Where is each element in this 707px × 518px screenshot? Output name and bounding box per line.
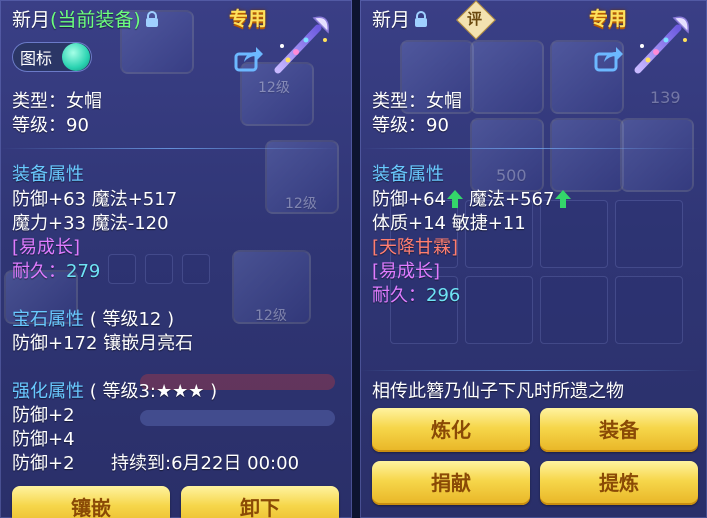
item-title: 新月(当前装备)	[12, 8, 159, 34]
gem-line: 防御+172 镶嵌月亮石	[12, 333, 194, 354]
bg-slot	[108, 254, 136, 284]
divider	[360, 370, 700, 371]
attr-header: 装备属性	[372, 164, 444, 185]
durability-value: 279	[66, 261, 101, 282]
bg-slot	[615, 200, 683, 268]
toggle-label: 图标	[20, 49, 53, 68]
gem-attr: 宝石属性 ( 等级12 )	[12, 308, 174, 332]
attr-line-1: 防御+63 魔法+517	[12, 189, 178, 210]
share-icon[interactable]	[234, 46, 264, 72]
exclusive-badge: 专用	[229, 8, 268, 30]
item-level: 等级：90	[12, 115, 89, 136]
gem-level: ( 等级12 )	[89, 309, 175, 330]
special-tag-1: [天降甘霖]	[372, 237, 459, 258]
enhance-attr: 强化属性 ( 等级3:★★★ )	[12, 380, 217, 404]
durability-value: 296	[426, 285, 461, 306]
extract-button[interactable]: 提炼	[540, 461, 698, 505]
unequip-button[interactable]: 卸下	[181, 486, 339, 518]
bg-slot	[182, 254, 210, 284]
special-tag: [易成长]	[12, 237, 81, 258]
up-arrow-icon	[447, 190, 463, 208]
hairpin-icon	[634, 16, 689, 74]
bg-item-slot	[620, 118, 694, 192]
durability: 耐久：279	[12, 260, 100, 284]
bg-slot	[465, 276, 533, 344]
bg-slot	[615, 276, 683, 344]
bg-slot	[540, 276, 608, 344]
hairpin-icon	[274, 16, 329, 74]
bg-progress-bar	[140, 410, 335, 426]
item-title: 新月	[372, 8, 428, 34]
attr-header: 装备属性	[12, 164, 84, 185]
bg-item-slot	[470, 40, 544, 114]
item-name: 新月	[12, 9, 51, 31]
equipped-status: (当前装备)	[50, 9, 141, 31]
attr-magic: 魔法+567	[469, 189, 555, 210]
bg-level-label: 12级	[255, 308, 287, 324]
donate-button[interactable]: 捐献	[372, 461, 530, 505]
lock-icon	[145, 10, 159, 34]
share-icon[interactable]	[594, 46, 624, 72]
durability-label: 耐久：	[372, 285, 426, 306]
compare-item-panel: 139 500 新月 评 专用 类型：女帽 等级：90 装备属性 防御+64 魔法…	[360, 0, 707, 518]
equip-button[interactable]: 装备	[540, 408, 698, 452]
attr-line-1: 防御+64 魔法+567	[372, 188, 572, 212]
enhance-line-1: 防御+2	[12, 405, 75, 426]
attr-line-2: 体质+14 敏捷+11	[372, 213, 526, 234]
divider	[0, 148, 340, 149]
bg-item-slot	[550, 118, 624, 192]
item-name: 新月	[372, 9, 411, 31]
item-type: 类型：女帽	[12, 91, 102, 112]
exclusive-badge: 专用	[589, 8, 628, 30]
bg-slot	[145, 254, 173, 284]
bg-level-label: 12级	[285, 196, 317, 212]
enhance-level: ( 等级3:★★★ )	[89, 381, 218, 402]
lock-icon	[414, 10, 428, 34]
refine-button[interactable]: 炼化	[372, 408, 530, 452]
bg-count-label: 500	[496, 166, 527, 185]
enhance-header: 强化属性	[12, 381, 84, 402]
bg-level-label: 12级	[258, 80, 290, 96]
up-arrow-icon	[555, 190, 572, 208]
item-level: 等级：90	[372, 115, 449, 136]
rating-badge-label: 评	[467, 10, 483, 28]
item-description: 相传此簪乃仙子下凡时所遗之物	[372, 381, 624, 402]
durability-label: 耐久：	[12, 261, 66, 282]
icon-toggle[interactable]: 图标	[12, 42, 92, 72]
attr-line-2: 魔力+33 魔法-120	[12, 213, 169, 234]
gem-header: 宝石属性	[12, 309, 84, 330]
current-equipment-panel: 12级 12级 12级 新月(当前装备) 专用 图标 类型：女帽 等级：90 装…	[0, 0, 352, 518]
toggle-knob	[62, 43, 90, 71]
divider	[360, 148, 700, 149]
enhance-line-3: 防御+2	[12, 453, 75, 474]
item-type: 类型：女帽	[372, 91, 462, 112]
durability: 耐久：296	[372, 284, 460, 308]
enhance-duration: 持续到:6月22日 00:00	[111, 453, 300, 474]
inlay-button[interactable]: 镶嵌	[12, 486, 170, 518]
bg-count-label: 139	[650, 88, 681, 107]
special-tag-2: [易成长]	[372, 261, 441, 282]
attr-defense: 防御+64	[372, 189, 446, 210]
enhance-line-2: 防御+4	[12, 429, 75, 450]
